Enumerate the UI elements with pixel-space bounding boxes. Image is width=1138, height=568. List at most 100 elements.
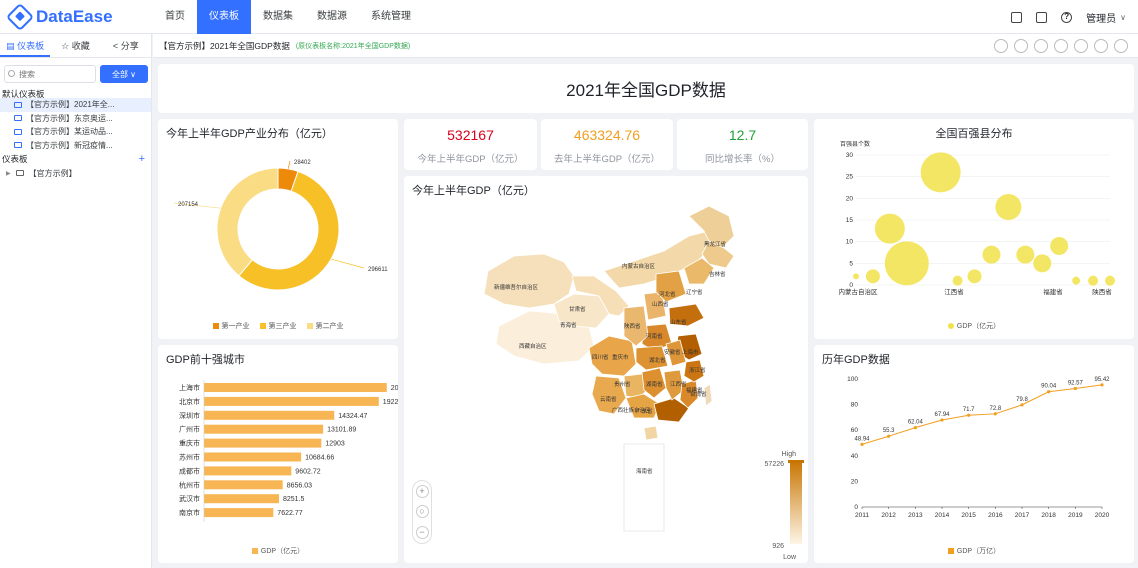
line-point-0[interactable] [860,442,864,446]
bubble-14[interactable] [1105,275,1115,286]
nav-datasource[interactable]: 数据源 [305,0,359,34]
filter-button[interactable]: 全部 ∨ [100,65,148,83]
bubble-13[interactable] [1088,275,1099,286]
line-point-9[interactable] [1100,383,1104,387]
folder-item[interactable]: ▶ 【官方示例】 [0,165,151,181]
bar-value-6: 9602.72 [295,468,320,475]
bar-value-2: 14324.47 [338,413,367,420]
add-icon[interactable]: + [139,153,145,165]
line-label-8: 92.57 [1068,381,1084,387]
bubble-ytick-1: 5 [849,260,853,267]
sidebar-item-gdp[interactable]: 【官方示例】2021年全... [0,98,151,112]
sidebar-item-olympics[interactable]: 【官方示例】东京奥运... [0,112,151,126]
zoom-out-button[interactable]: − [415,526,429,540]
dashboard-icon [14,101,22,108]
bar-7[interactable] [204,480,283,490]
line-ytick-5: 100 [847,376,858,383]
bubble-11[interactable] [1050,237,1069,255]
line-point-3[interactable] [940,418,944,422]
legend-item-primary[interactable]: 第一产业 [212,321,250,331]
line-series[interactable] [861,384,1103,445]
sidebar-item-sports[interactable]: 【官方示例】某运动品... [0,125,151,139]
search-input[interactable] [4,65,96,83]
bar-5[interactable] [204,452,302,462]
bubble-3[interactable] [884,241,929,286]
reset-button[interactable]: ○ [415,505,429,519]
bubble-8[interactable] [995,194,1022,220]
nav-dataset[interactable]: 数据集 [251,0,305,34]
bubble-4[interactable] [920,152,961,193]
china-map[interactable]: 新疆维吾尔自治区西藏自治区 青海省 甘肃省 内蒙古自治区 黑龙江省吉林省辽宁省四川省 重庆… [404,176,808,563]
fullscreen-icon[interactable] [1114,39,1128,53]
share-link-icon[interactable] [1034,39,1048,53]
line-point-5[interactable] [993,412,997,416]
bar-6[interactable] [204,466,292,476]
bar-3[interactable] [204,424,324,434]
line-point-8[interactable] [1073,386,1077,391]
nav-system[interactable]: 系统管理 [359,0,423,34]
zoom-in-button[interactable]: + [415,484,429,498]
tab-favorites[interactable]: ☆ 收藏 [50,34,100,57]
line-legend[interactable]: GDP（万亿） [814,546,1134,556]
bubble-ytick-0: 0 [849,282,853,289]
tab-share[interactable]: < 分享 [101,34,151,57]
user-menu[interactable]: 管理员 ∨ [1086,10,1126,25]
refresh-icon[interactable] [994,39,1008,53]
legend-item-secondary[interactable]: 第二产业 [306,321,344,331]
bubble-10[interactable] [1033,254,1052,273]
download-icon[interactable] [1094,39,1108,53]
bar-legend[interactable]: GDP（亿元） [158,546,398,556]
map-label-8: 四川省 [592,353,609,361]
map-label-20: 浙江省 [689,366,706,374]
bubble-ytick-4: 20 [846,195,854,202]
chevron-down-icon: ∨ [1120,12,1126,22]
line-point-1[interactable] [887,434,891,438]
bubble-xlabel-2: 福建省 [1043,287,1063,296]
map-label-13: 广东省 [636,407,653,415]
nav-home[interactable]: 首页 [153,0,197,34]
donut-slice-2[interactable] [216,167,279,277]
help-icon[interactable]: ? [1061,11,1073,23]
sidebar-item-covid[interactable]: 【官方示例】新冠疫情... [0,139,151,153]
line-point-4[interactable] [967,413,971,417]
export-icon[interactable] [1074,39,1088,53]
bubble-1[interactable] [865,269,880,284]
bubble-5[interactable] [952,275,963,286]
bubble-6[interactable] [967,269,982,284]
bubble-0[interactable] [853,273,859,280]
preview-icon[interactable] [1054,39,1068,53]
line-xtick-3: 2014 [935,512,950,519]
app-logo[interactable]: DataEase [5,2,113,32]
language-icon[interactable] [1036,11,1048,23]
line-xtick-5: 2016 [988,512,1003,519]
bubble-2[interactable] [874,213,905,244]
bubble-xlabel-3: 陕西省 [1092,287,1112,296]
bar-category-3: 广州市 [179,425,200,434]
bar-category-4: 重庆市 [179,439,200,448]
bubble-12[interactable] [1072,276,1081,285]
bubble-7[interactable] [982,245,1001,264]
bar-8[interactable] [204,494,280,504]
legend-item-tertiary[interactable]: 第三产业 [259,321,297,331]
bar-2[interactable] [204,410,335,420]
notification-icon[interactable] [1011,11,1023,23]
bar-category-1: 北京市 [179,397,200,406]
bubble-legend[interactable]: GDP（亿元） [814,321,1134,331]
nav-dashboard[interactable]: 仪表板 [197,0,251,34]
line-point-6[interactable] [1020,403,1024,407]
bar-1[interactable] [204,396,379,406]
bar-0[interactable] [204,383,387,392]
line-point-2[interactable] [913,425,917,430]
dashboard-group-title: 仪表板 + [2,152,145,165]
dashboard-source: (原仪表板名称:2021年全国GDP数据) [295,42,411,50]
line-point-7[interactable] [1047,390,1051,394]
map-label-27: 河北省 [659,290,676,298]
line-ytick-2: 40 [851,453,859,460]
tab-dashboard[interactable]: ▤ 仪表板 [0,34,51,57]
bubble-9[interactable] [1016,245,1035,264]
bar-4[interactable] [204,438,322,448]
favorite-icon[interactable] [1014,39,1028,53]
bar-9[interactable] [204,508,274,518]
scale-min: 926 [772,543,784,550]
line-chart: 0 20 40 60 80 100 48.94 2011 55.3 2012 62.04 2013 67… [847,376,1110,519]
